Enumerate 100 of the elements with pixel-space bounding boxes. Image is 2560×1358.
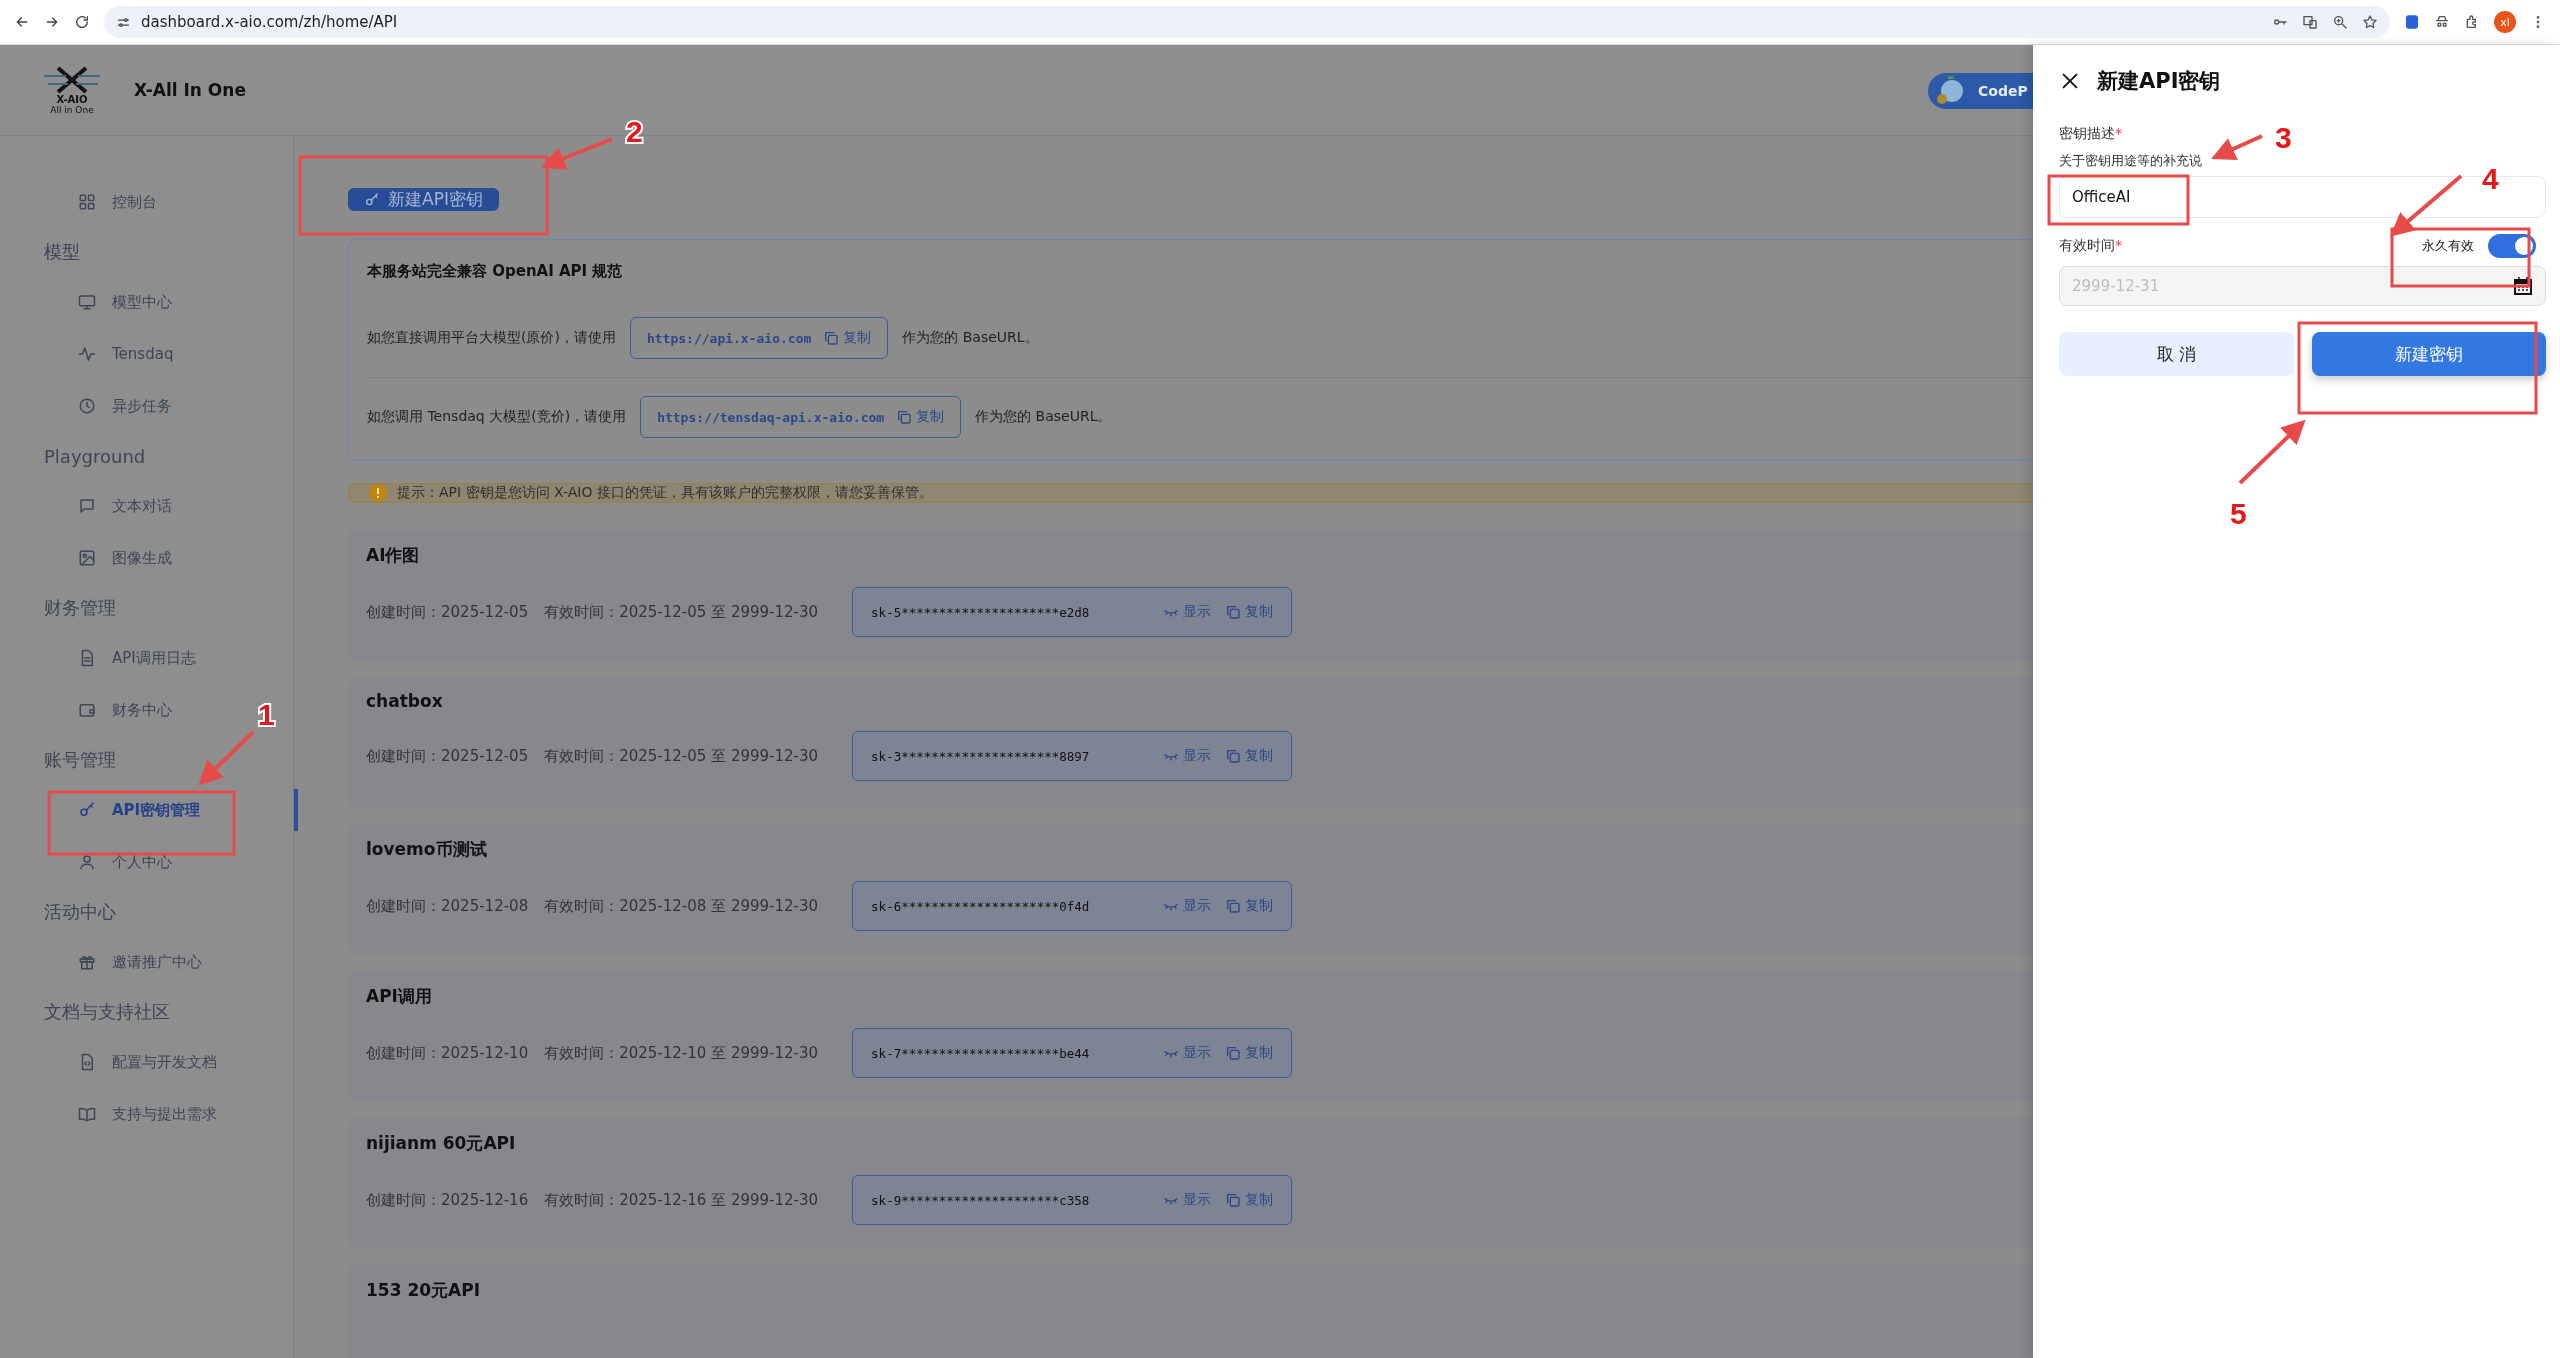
step-number: 5 <box>2230 497 2247 530</box>
copy-button[interactable]: 复制 <box>1225 747 1274 765</box>
url-text: dashboard.x-aio.com/zh/home/API <box>141 13 398 31</box>
sidebar-item[interactable]: 控制台 <box>78 176 157 228</box>
copy-button[interactable]: 复制 <box>1225 603 1274 621</box>
annotation-arrow <box>2211 134 2263 160</box>
new-api-key-button[interactable]: 新建API密钥 <box>348 188 499 211</box>
gift-icon <box>78 953 96 971</box>
copy-icon <box>896 409 913 425</box>
step-number: 2 <box>626 115 643 148</box>
book-icon <box>78 1105 96 1123</box>
show-button[interactable]: 显示 <box>1163 747 1212 765</box>
logo-tagline: All in One <box>50 104 94 115</box>
sidebar-item[interactable]: 文本对话 <box>78 480 172 532</box>
validity-period: 有效时间：2025-12-08 至 2999-12-30 <box>544 896 819 916</box>
validity-period: 有效时间：2025-12-05 至 2999-12-30 <box>544 602 819 622</box>
copy-button[interactable]: 复制 <box>823 329 872 347</box>
field-label: 有效时间* <box>2059 237 2122 255</box>
calendar-icon <box>2513 276 2533 296</box>
show-button[interactable]: 显示 <box>1163 1044 1212 1062</box>
reload-icon <box>74 14 90 30</box>
sidebar-item[interactable]: 配置与开发文档 <box>78 1036 217 1088</box>
masked-key: sk-6*********************0f4d <box>871 898 1150 914</box>
sidebar-item[interactable]: API调用日志 <box>78 632 196 684</box>
sidebar-section-title: 财务管理 <box>44 596 116 620</box>
active-indicator <box>294 789 298 831</box>
created-date: 创建时间：2025-12-05 <box>366 746 529 766</box>
sidebar-item[interactable]: Tensdaq <box>78 328 174 380</box>
key-name: 153 20元API <box>366 1279 481 1302</box>
masked-key: sk-3*********************8897 <box>871 748 1150 764</box>
sidebar-item[interactable]: 异步任务 <box>78 380 172 432</box>
star-icon <box>2362 14 2378 30</box>
field-hint: 关于密钥用途等的补充说 <box>2059 153 2202 170</box>
image-icon <box>78 549 96 567</box>
show-button[interactable]: 显示 <box>1163 603 1212 621</box>
logo-text: X-AIO <box>56 93 88 105</box>
masked-key: sk-9*********************c358 <box>871 1192 1150 1208</box>
created-date: 创建时间：2025-12-10 <box>366 1043 529 1063</box>
hat-icon <box>2434 14 2450 30</box>
cancel-button[interactable]: 取 消 <box>2059 332 2294 376</box>
annotation-arrow <box>198 730 255 786</box>
sidebar-item[interactable]: 财务中心 <box>78 684 172 736</box>
sidebar-section-title: Playground <box>44 444 146 469</box>
site-title: X-All In One <box>134 80 246 100</box>
info-text: 作为您的 BaseURL。 <box>975 408 1112 426</box>
created-date: 创建时间：2025-12-08 <box>366 896 529 916</box>
info-text: 如您调用 Tensdaq 大模型(竞价)，请使用 <box>367 408 627 426</box>
forward-icon <box>44 14 60 30</box>
clock-icon <box>78 397 96 415</box>
toggle-label: 永久有效 <box>2422 237 2474 255</box>
copy-button[interactable]: 复制 <box>896 408 945 426</box>
copy-icon <box>1225 1192 1242 1208</box>
validity-period: 有效时间：2025-12-05 至 2999-12-30 <box>544 746 819 766</box>
create-key-button[interactable]: 新建密钥 <box>2311 332 2546 376</box>
annotation-arrow <box>2238 419 2306 485</box>
copy-icon <box>1225 604 1242 620</box>
drawer-title: 新建API密钥 <box>2097 68 2221 95</box>
copy-icon <box>1225 898 1242 914</box>
sidebar-item[interactable]: 邀请推广中心 <box>78 936 202 988</box>
sidebar-section-title: 账号管理 <box>44 748 116 772</box>
address-bar[interactable]: dashboard.x-aio.com/zh/home/API <box>104 6 2390 38</box>
warning-icon <box>369 484 387 502</box>
key-name: API调用 <box>366 985 433 1008</box>
user-icon <box>78 853 96 871</box>
created-date: 创建时间：2025-12-05 <box>366 602 529 622</box>
back-icon <box>14 14 30 30</box>
info-title: 本服务站完全兼容 OpenAI API 规范 <box>367 262 623 281</box>
step-number: 3 <box>2275 121 2292 154</box>
key-name: nijianm 60元API <box>366 1132 517 1155</box>
sidebar-section-title: 活动中心 <box>44 900 116 924</box>
key-icon <box>78 801 96 819</box>
zoom-icon <box>2332 14 2348 30</box>
sidebar-item[interactable]: API密钥管理 <box>78 784 201 836</box>
sidebar-item[interactable]: 图像生成 <box>78 532 172 584</box>
copy-button[interactable]: 复制 <box>1225 1191 1274 1209</box>
copy-icon <box>823 330 840 346</box>
sidebar-section-title: 模型 <box>44 240 80 264</box>
key-name: chatbox <box>366 691 444 711</box>
show-button[interactable]: 显示 <box>1163 1191 1212 1209</box>
key-name: lovemo币测试 <box>366 838 488 861</box>
pulse-icon <box>78 345 96 363</box>
validity-period: 有效时间：2025-12-10 至 2999-12-30 <box>544 1043 819 1063</box>
copy-icon <box>1225 1045 1242 1061</box>
info-text: 作为您的 BaseURL。 <box>902 329 1039 347</box>
masked-key: sk-7*********************be44 <box>871 1045 1150 1061</box>
profile-avatar[interactable]: xl <box>2494 11 2516 33</box>
copy-icon <box>1225 748 1242 764</box>
base-url: https://tensdaq-api.x-aio.com <box>657 409 885 425</box>
sidebar-item[interactable]: 个人中心 <box>78 836 172 888</box>
validity-period: 有效时间：2025-12-16 至 2999-12-30 <box>544 1190 819 1210</box>
show-button[interactable]: 显示 <box>1163 897 1212 915</box>
base-url: https://api.x-aio.com <box>646 330 812 346</box>
translate-icon <box>2302 14 2318 30</box>
sidebar-item[interactable]: 模型中心 <box>78 276 172 328</box>
step-number: 1 <box>258 698 275 731</box>
copy-button[interactable]: 复制 <box>1225 897 1274 915</box>
copy-button[interactable]: 复制 <box>1225 1044 1274 1062</box>
wallet-icon <box>78 701 96 719</box>
sidebar-item[interactable]: 支持与提出需求 <box>78 1088 217 1140</box>
chat-icon <box>78 497 96 515</box>
